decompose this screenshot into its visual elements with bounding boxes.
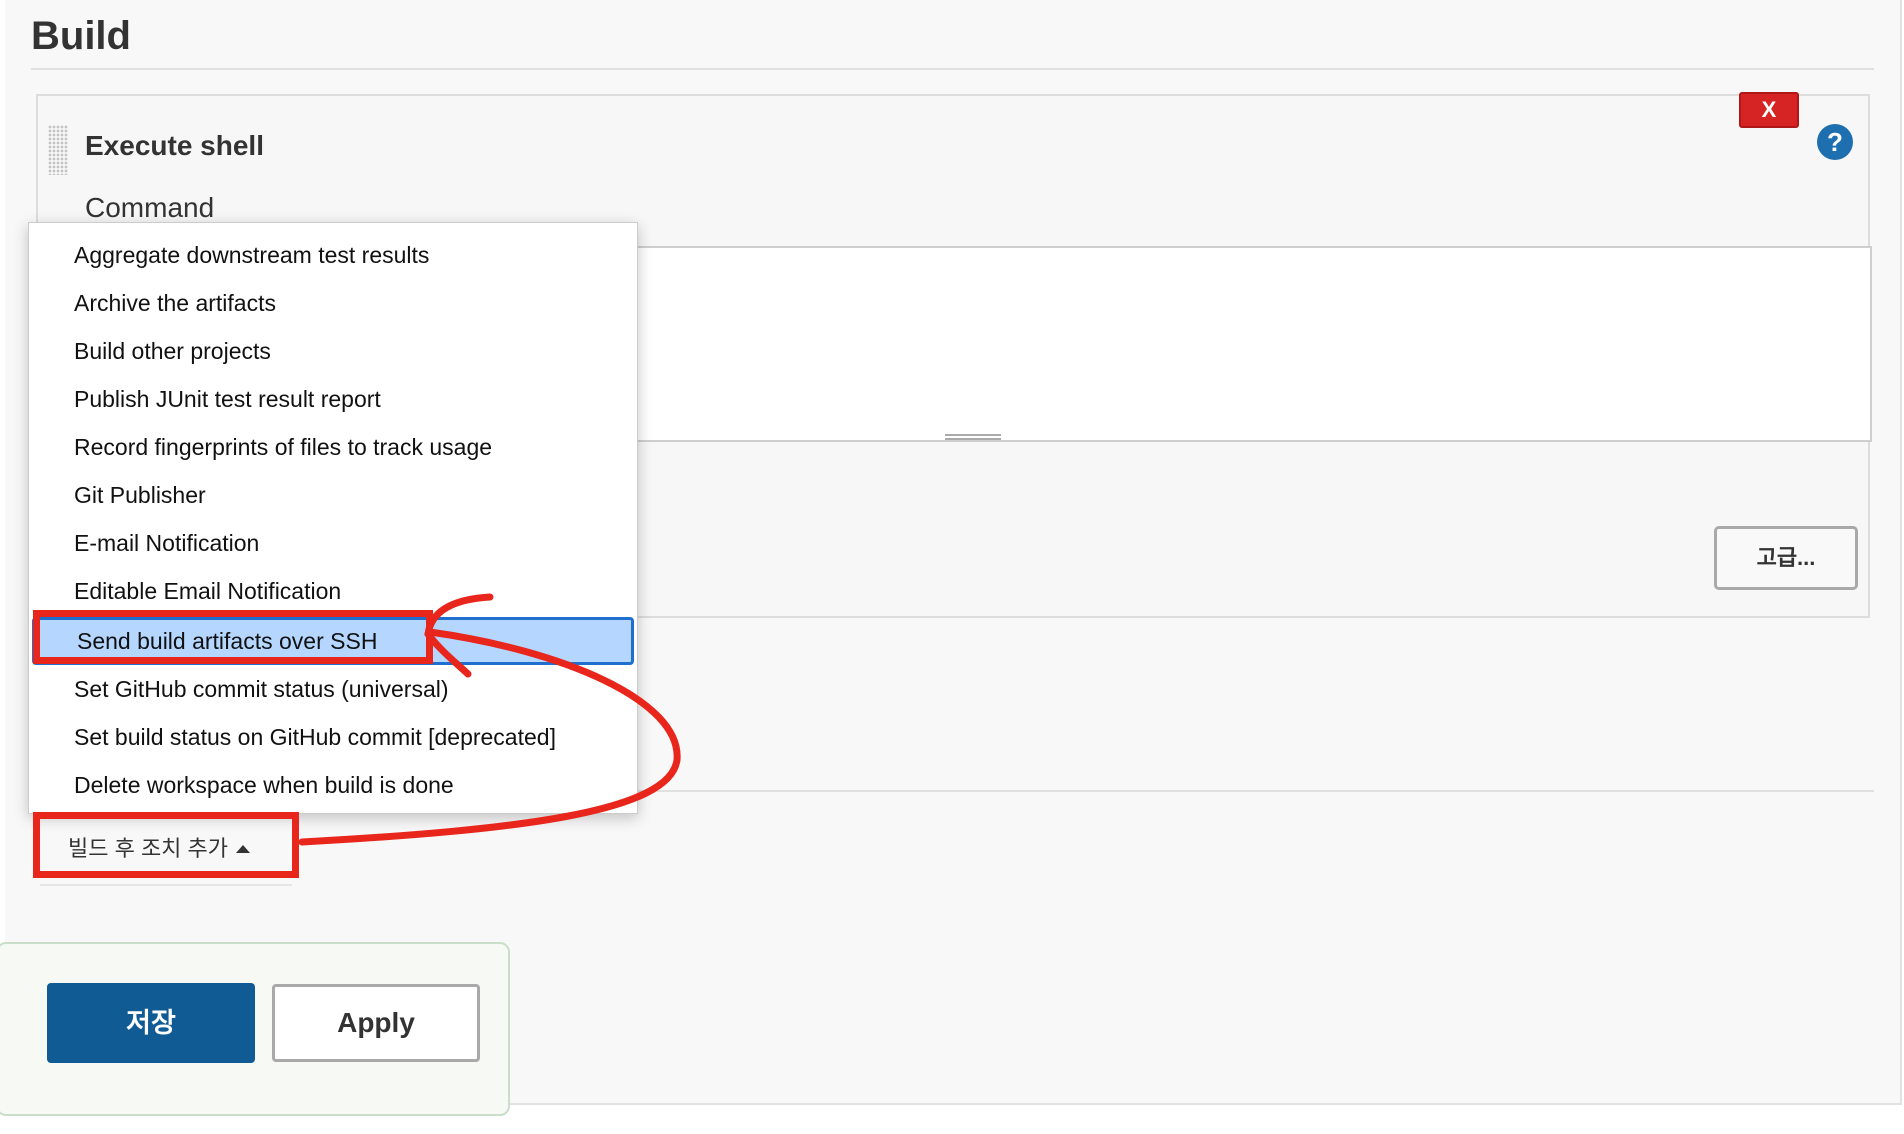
menu-item-set-github-commit-status[interactable]: Set GitHub commit status (universal) (29, 665, 637, 713)
menu-item-set-build-status-github-deprecated[interactable]: Set build status on GitHub commit [depre… (29, 713, 637, 761)
menu-item-email-notification[interactable]: E-mail Notification (29, 519, 637, 567)
annotation-highlight-send-ssh (33, 610, 433, 664)
menu-item-publish-junit-report[interactable]: Publish JUnit test result report (29, 375, 637, 423)
help-icon[interactable]: ? (1817, 124, 1853, 160)
command-label: Command (85, 192, 215, 223)
resize-grip-icon[interactable] (945, 434, 1001, 440)
menu-item-delete-workspace[interactable]: Delete workspace when build is done (29, 761, 637, 809)
section-divider (31, 68, 1874, 70)
save-button[interactable]: 저장 (47, 983, 255, 1063)
menu-item-aggregate-downstream-test-results[interactable]: Aggregate downstream test results (29, 231, 637, 279)
menu-item-git-publisher[interactable]: Git Publisher (29, 471, 637, 519)
delete-step-button[interactable]: X (1739, 92, 1799, 128)
step-title: Execute shell (85, 130, 264, 161)
trigger-underline (40, 884, 292, 886)
drag-handle-icon[interactable] (48, 125, 68, 175)
menu-item-record-fingerprints[interactable]: Record fingerprints of files to track us… (29, 423, 637, 471)
menu-item-editable-email-notification[interactable]: Editable Email Notification (29, 567, 637, 615)
apply-button[interactable]: Apply (272, 984, 480, 1062)
menu-item-archive-artifacts[interactable]: Archive the artifacts (29, 279, 637, 327)
post-build-action-menu: Aggregate downstream test results Archiv… (28, 222, 638, 814)
menu-item-build-other-projects[interactable]: Build other projects (29, 327, 637, 375)
build-section-title: Build (31, 14, 131, 58)
advanced-button[interactable]: 고급... (1714, 526, 1858, 590)
annotation-highlight-add-action (33, 812, 299, 878)
